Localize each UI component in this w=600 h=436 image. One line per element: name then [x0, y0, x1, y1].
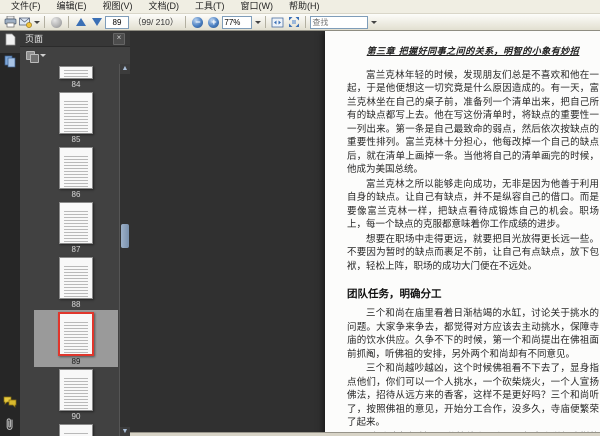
menu-help[interactable]: 帮助(H): [281, 0, 328, 13]
page-icon: [5, 33, 16, 51]
paragraph: 富兰克林年轻的时候，发现朋友们总是不喜欢和他在一起，于是他便想这一切究竟是什么原…: [347, 70, 599, 176]
thumbnail-page-84[interactable]: 84: [34, 64, 118, 90]
thumbnail-image[interactable]: [59, 147, 93, 189]
toolbar-separator: [265, 16, 267, 28]
paragraph: 三个和尚越吵越凶，这个时候佛祖看不下去了，显身指点他们，你们可以一个人挑水，一个…: [347, 363, 599, 429]
options-icon[interactable]: [26, 50, 39, 63]
scrollbar-thumb[interactable]: [121, 224, 129, 248]
next-page-button[interactable]: [89, 15, 104, 29]
pages-panel: 页面 × 84 85 86 87 88 89 90 ▲ ▼: [20, 31, 130, 436]
thumbnail-image[interactable]: [59, 424, 93, 436]
comments-icon: [3, 395, 17, 413]
toolbar-separator: [44, 16, 45, 28]
document-viewer[interactable]: 第三章 把握好同事之间的关系，明智的小象有妙招 富兰克林年轻的时候，发现朋友们总…: [130, 31, 600, 436]
fit-width-button[interactable]: [270, 15, 285, 29]
bookmarks-panel-tab[interactable]: [0, 53, 20, 75]
thumbnail-page-90[interactable]: 90: [34, 367, 118, 422]
comments-panel-tab[interactable]: [0, 393, 20, 415]
menu-edit[interactable]: 编辑(E): [49, 0, 95, 13]
zoom-out-icon: −: [192, 16, 204, 28]
pages-stack-icon: [4, 55, 16, 73]
fit-width-icon: [271, 17, 284, 28]
main-toolbar: （99/ 210） − +: [0, 14, 600, 31]
menu-file[interactable]: 文件(F): [3, 0, 49, 13]
previous-view-icon: [51, 16, 62, 28]
toolbar-separator: [68, 16, 69, 28]
horizontal-scrollbar[interactable]: [130, 432, 600, 436]
thumbnail-page-88[interactable]: 88: [34, 255, 118, 310]
previous-page-button[interactable]: [73, 15, 88, 29]
panel-title: 页面: [25, 34, 44, 44]
zoom-in-icon: +: [208, 16, 220, 28]
navigation-tab-strip: [0, 31, 20, 436]
document-page: 第三章 把握好同事之间的关系，明智的小象有妙招 富兰克林年轻的时候，发现朋友们总…: [325, 31, 600, 436]
thumbnail-page-87[interactable]: 87: [34, 200, 118, 255]
zoom-in-button[interactable]: +: [206, 15, 221, 29]
thumbnail-image[interactable]: [58, 312, 94, 356]
page-count-label: （99/ 210）: [133, 17, 179, 27]
thumbnail-image[interactable]: [59, 257, 93, 299]
chevron-down-icon[interactable]: [40, 54, 46, 57]
thumbnail-options-bar: [20, 47, 130, 64]
thumbnail-label: 88: [71, 300, 81, 309]
thumbnail-page-89[interactable]: 89: [34, 310, 118, 367]
menu-view[interactable]: 视图(V): [95, 0, 141, 13]
scroll-down-icon[interactable]: ▼: [120, 427, 130, 436]
thumbnail-label: 90: [71, 412, 81, 421]
thumbnail-page-85[interactable]: 85: [34, 90, 118, 145]
chevron-down-icon[interactable]: [255, 20, 262, 24]
toolbar-separator: [305, 16, 307, 28]
thumbnail-list: 84 85 86 87 88 89 90 ▲ ▼: [20, 64, 130, 436]
menu-window[interactable]: 窗口(W): [233, 0, 282, 13]
thumbnail-image[interactable]: [59, 66, 93, 79]
workspace: 页面 × 84 85 86 87 88 89 90 ▲ ▼ 第三章 把握好同事之间的关系，明…: [0, 31, 600, 436]
chevron-down-icon: [34, 20, 40, 24]
email-icon: [19, 17, 32, 28]
thumbnail-scrollbar[interactable]: ▲ ▼: [119, 64, 130, 436]
fit-page-button[interactable]: [286, 15, 301, 29]
thumbnail-page-86[interactable]: 86: [34, 145, 118, 200]
printer-icon: [4, 16, 17, 28]
page-number-input[interactable]: [105, 15, 129, 29]
print-button[interactable]: [3, 15, 18, 29]
pdf-reader-window: 文件(F) 编辑(E) 视图(V) 文档(D) 工具(T) 窗口(W) 帮助(H): [0, 0, 600, 436]
thumbnail-label: 87: [71, 245, 81, 254]
arrow-up-icon: [75, 18, 86, 26]
thumbnail-label: 85: [71, 135, 81, 144]
panel-header: 页面 ×: [20, 31, 130, 47]
previous-view-button[interactable]: [49, 15, 64, 29]
thumbnail-label: 89: [71, 357, 81, 366]
paragraph: 想要在职场中走得更远，就要把目光放得更长远一些。不要因为暂时的缺点而裹足不前，让…: [347, 233, 599, 272]
zoom-level-input[interactable]: [222, 15, 253, 29]
thumbnail-image[interactable]: [59, 202, 93, 244]
menu-document[interactable]: 文档(D): [141, 0, 188, 13]
thumbnail-label: 86: [71, 190, 81, 199]
attachments-panel-tab[interactable]: [0, 415, 20, 436]
scroll-up-icon[interactable]: ▲: [120, 64, 130, 74]
email-button[interactable]: [19, 15, 40, 29]
chapter-header: 第三章 把握好同事之间的关系，明智的小象有妙招: [366, 47, 580, 57]
section-heading: 团队任务，明确分工: [347, 288, 442, 301]
thumbnail-label: 84: [71, 80, 81, 89]
paragraph: 三个和尚在庙里看着日渐枯竭的水缸，讨论关于挑水的问题。大家争来争去，都觉得对方应…: [347, 308, 599, 360]
zoom-out-button[interactable]: −: [190, 15, 205, 29]
thumbnail-image[interactable]: [59, 92, 93, 134]
paragraph: 富兰克林之所以能够走向成功，无非是因为他善于利用自身的缺点。让自己有缺点，并不是…: [347, 178, 599, 231]
toolbar-separator: [185, 16, 187, 28]
search-input[interactable]: [310, 15, 369, 29]
chevron-down-icon[interactable]: [371, 20, 378, 24]
page-body-text: 富兰克林年轻的时候，发现朋友们总是不喜欢和他在一起，于是他便想这一切究竟是什么原…: [347, 69, 599, 436]
menu-bar: 文件(F) 编辑(E) 视图(V) 文档(D) 工具(T) 窗口(W) 帮助(H): [0, 0, 600, 14]
menu-tools[interactable]: 工具(T): [187, 0, 233, 13]
thumbnail-partial-next[interactable]: [34, 422, 118, 436]
paperclip-icon: [5, 417, 15, 436]
close-panel-button[interactable]: ×: [113, 32, 125, 45]
fit-page-icon: [288, 16, 300, 28]
arrow-down-icon: [91, 18, 102, 26]
thumbnail-image[interactable]: [59, 369, 93, 411]
pages-panel-tab[interactable]: [0, 31, 20, 53]
